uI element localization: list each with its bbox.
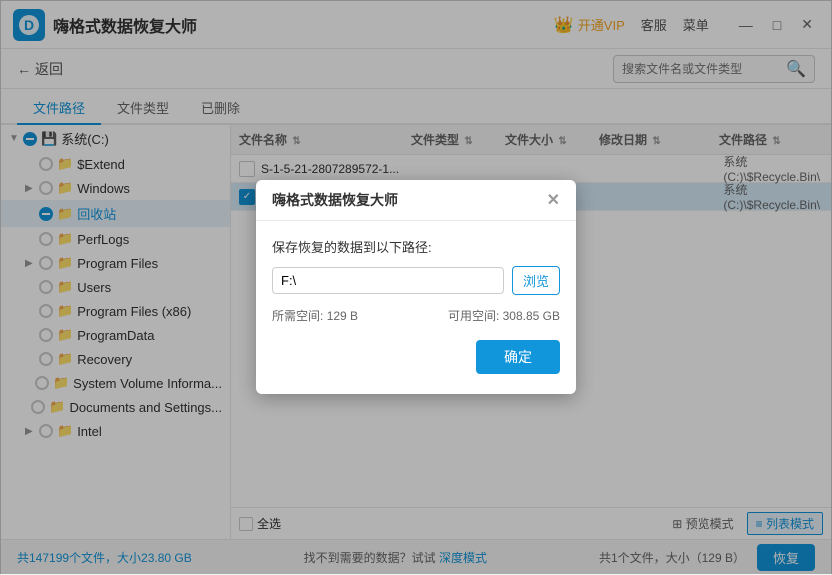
modal-close-button[interactable]: ✕ [547, 190, 560, 210]
modal-space-info: 所需空间: 129 B 可用空间: 308.85 GB [272, 307, 560, 324]
space-available: 可用空间: 308.85 GB [448, 307, 560, 324]
modal-footer: 确定 [272, 340, 560, 378]
modal-body: 保存恢复的数据到以下路径: 浏览 所需空间: 129 B 可用空间: 308.8… [256, 221, 576, 394]
modal-header: 嗨格式数据恢复大师 ✕ [256, 180, 576, 221]
modal-title: 嗨格式数据恢复大师 [272, 190, 398, 210]
modal-path-row: 浏览 [272, 266, 560, 295]
confirm-button[interactable]: 确定 [476, 340, 560, 374]
modal-overlay: 嗨格式数据恢复大师 ✕ 保存恢复的数据到以下路径: 浏览 所需空间: 129 B… [0, 0, 832, 574]
modal-label: 保存恢复的数据到以下路径: [272, 237, 560, 256]
space-needed: 所需空间: 129 B [272, 307, 358, 324]
browse-button[interactable]: 浏览 [512, 266, 560, 295]
save-dialog: 嗨格式数据恢复大师 ✕ 保存恢复的数据到以下路径: 浏览 所需空间: 129 B… [256, 180, 576, 394]
save-path-input[interactable] [272, 267, 504, 294]
